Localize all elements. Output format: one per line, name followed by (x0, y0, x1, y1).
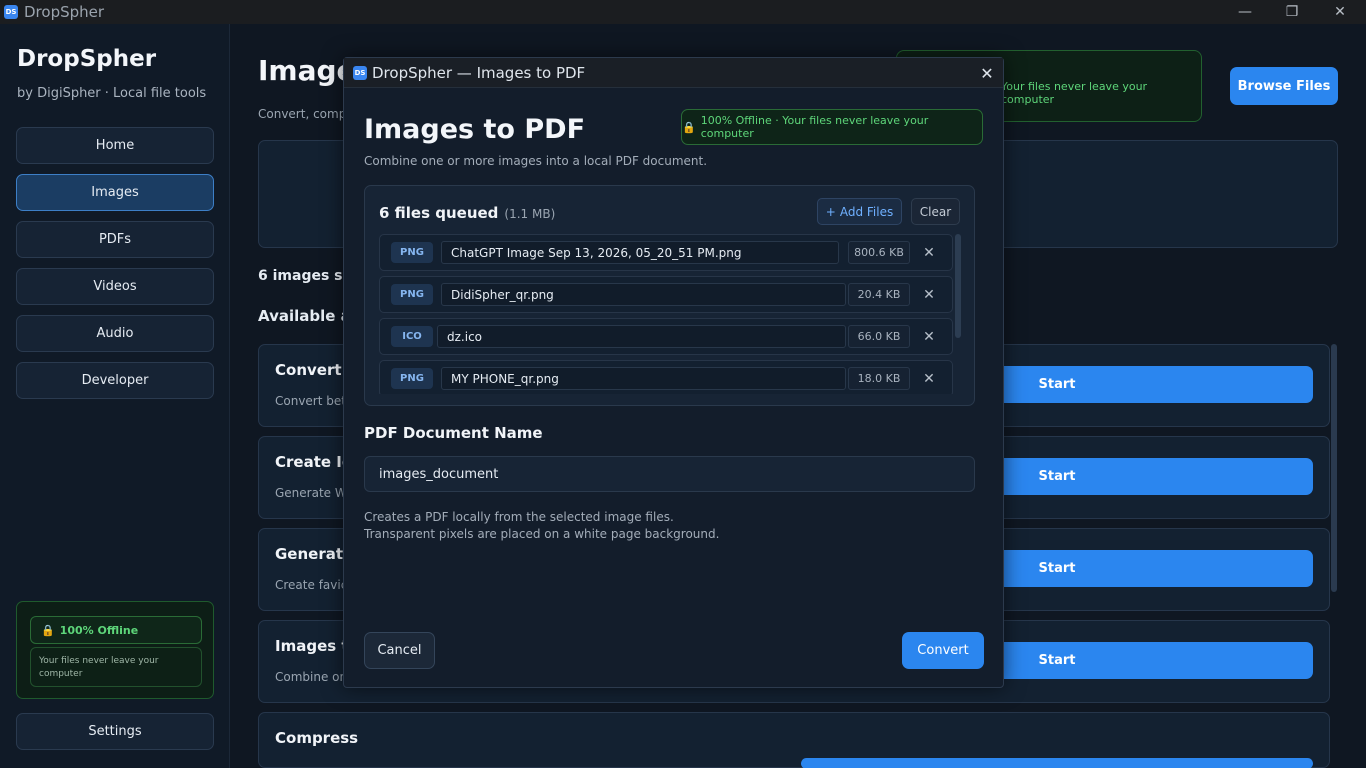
sidebar-item-videos[interactable]: Videos (16, 268, 214, 305)
tool-start-button[interactable] (801, 758, 1313, 768)
app-logo-icon: DS (4, 5, 18, 19)
close-icon[interactable]: ✕ (1317, 0, 1363, 24)
cancel-button[interactable]: Cancel (364, 632, 435, 669)
app-titlebar: DS DropSpher — ❐ ✕ (0, 0, 1366, 24)
add-files-button[interactable]: + Add Files (817, 198, 902, 225)
remove-file-icon[interactable]: ✕ (920, 285, 938, 305)
dialog-subtitle: Combine one or more images into a local … (364, 154, 708, 168)
clear-button[interactable]: Clear (911, 198, 960, 225)
tool-desc: Create favic (275, 578, 348, 592)
dialog-heading: Images to PDF (364, 114, 586, 145)
file-name: MY PHONE_qr.png (441, 367, 846, 390)
convert-button[interactable]: Convert (902, 632, 984, 669)
doc-name-input[interactable] (364, 456, 975, 492)
dialog-offline-badge: 🔒 100% Offline · Your files never leave … (681, 109, 983, 145)
tool-desc: Combine on (275, 670, 348, 684)
sidebar-item-home[interactable]: Home (16, 127, 214, 164)
remove-file-icon[interactable]: ✕ (920, 243, 938, 263)
brand-title: DropSpher (17, 46, 157, 72)
header-offline-text: Your files never leave your computer (1001, 80, 1148, 106)
file-type-badge: PNG (391, 368, 433, 389)
dialog-titlebar: DS DropSpher — Images to PDF ✕ (344, 58, 1003, 88)
images-to-pdf-dialog: DS DropSpher — Images to PDF ✕ Images to… (343, 57, 1004, 688)
help-text-line2: Transparent pixels are placed on a white… (364, 527, 720, 541)
browse-files-button[interactable]: Browse Files (1230, 67, 1338, 105)
help-text-line1: Creates a PDF locally from the selected … (364, 510, 674, 524)
file-size: 800.6 KB (848, 241, 910, 264)
file-row: PNG DidiSpher_qr.png 20.4 KB ✕ (379, 276, 953, 313)
queue-total-size: (1.1 MB) (504, 207, 556, 221)
settings-button[interactable]: Settings (16, 713, 214, 750)
file-queue: 6 files queued (1.1 MB) + Add Files Clear… (364, 185, 975, 406)
file-row: ICO dz.ico 66.0 KB ✕ (379, 318, 953, 355)
file-row: PNG ChatGPT Image Sep 13, 2026, 05_20_51… (379, 234, 953, 271)
brand-subtitle: by DigiSpher · Local file tools (17, 86, 207, 101)
queue-count: 6 files queued (1.1 MB) (379, 204, 555, 222)
app-title: DropSpher (24, 3, 105, 21)
dialog-app-icon: DS (353, 66, 367, 80)
offline-badge-label: 100% Offline (59, 623, 139, 637)
file-list[interactable]: PNG ChatGPT Image Sep 13, 2026, 05_20_51… (379, 234, 953, 394)
doc-name-label: PDF Document Name (364, 424, 543, 442)
remove-file-icon[interactable]: ✕ (920, 369, 938, 389)
plus-icon: + (825, 204, 836, 219)
file-type-badge: PNG (391, 242, 433, 263)
main-scrollbar[interactable] (1331, 344, 1337, 592)
sidebar-item-audio[interactable]: Audio (16, 315, 214, 352)
file-name: dz.ico (437, 325, 846, 348)
dialog-title: DropSpher — Images to PDF (372, 64, 586, 82)
sidebar-item-developer[interactable]: Developer (16, 362, 214, 399)
tool-name: Convert f (275, 361, 354, 379)
queue-count-label: 6 files queued (379, 204, 499, 222)
remove-file-icon[interactable]: ✕ (920, 327, 938, 347)
file-type-badge: PNG (391, 284, 433, 305)
add-files-label: Add Files (839, 204, 894, 219)
page-subtitle: Convert, comp (258, 107, 347, 121)
tool-name: Compress (275, 729, 359, 747)
dialog-offline-text: 100% Offline · Your files never leave yo… (700, 114, 929, 140)
tool-name: Create Ic (275, 453, 351, 471)
offline-note: Your files never leave your computer (30, 647, 202, 687)
sidebar: DropSpher by DigiSpher · Local file tool… (0, 24, 230, 768)
tool-desc: Convert bet (275, 394, 346, 408)
lock-icon: 🔒 (682, 120, 696, 134)
tool-desc: Generate W (275, 486, 347, 500)
file-size: 18.0 KB (848, 367, 910, 390)
file-size: 66.0 KB (848, 325, 910, 348)
file-row: PNG MY PHONE_qr.png 18.0 KB ✕ (379, 360, 953, 394)
maximize-icon[interactable]: ❐ (1269, 0, 1315, 24)
tool-card: Compress (258, 712, 1330, 768)
minimize-icon[interactable]: — (1222, 0, 1268, 24)
tool-name: Generate (275, 545, 354, 563)
sidebar-item-images[interactable]: Images (16, 174, 214, 211)
file-name: ChatGPT Image Sep 13, 2026, 05_20_51 PM.… (441, 241, 839, 264)
queue-scrollbar[interactable] (955, 234, 961, 338)
offline-card: 🔒 100% Offline Your files never leave yo… (16, 601, 214, 699)
file-size: 20.4 KB (848, 283, 910, 306)
offline-badge: 🔒 100% Offline (30, 616, 202, 644)
lock-icon: 🔒 (41, 623, 55, 637)
file-type-badge: ICO (391, 326, 433, 347)
sidebar-item-pdfs[interactable]: PDFs (16, 221, 214, 258)
dialog-close-icon[interactable]: ✕ (977, 63, 997, 83)
file-name: DidiSpher_qr.png (441, 283, 846, 306)
